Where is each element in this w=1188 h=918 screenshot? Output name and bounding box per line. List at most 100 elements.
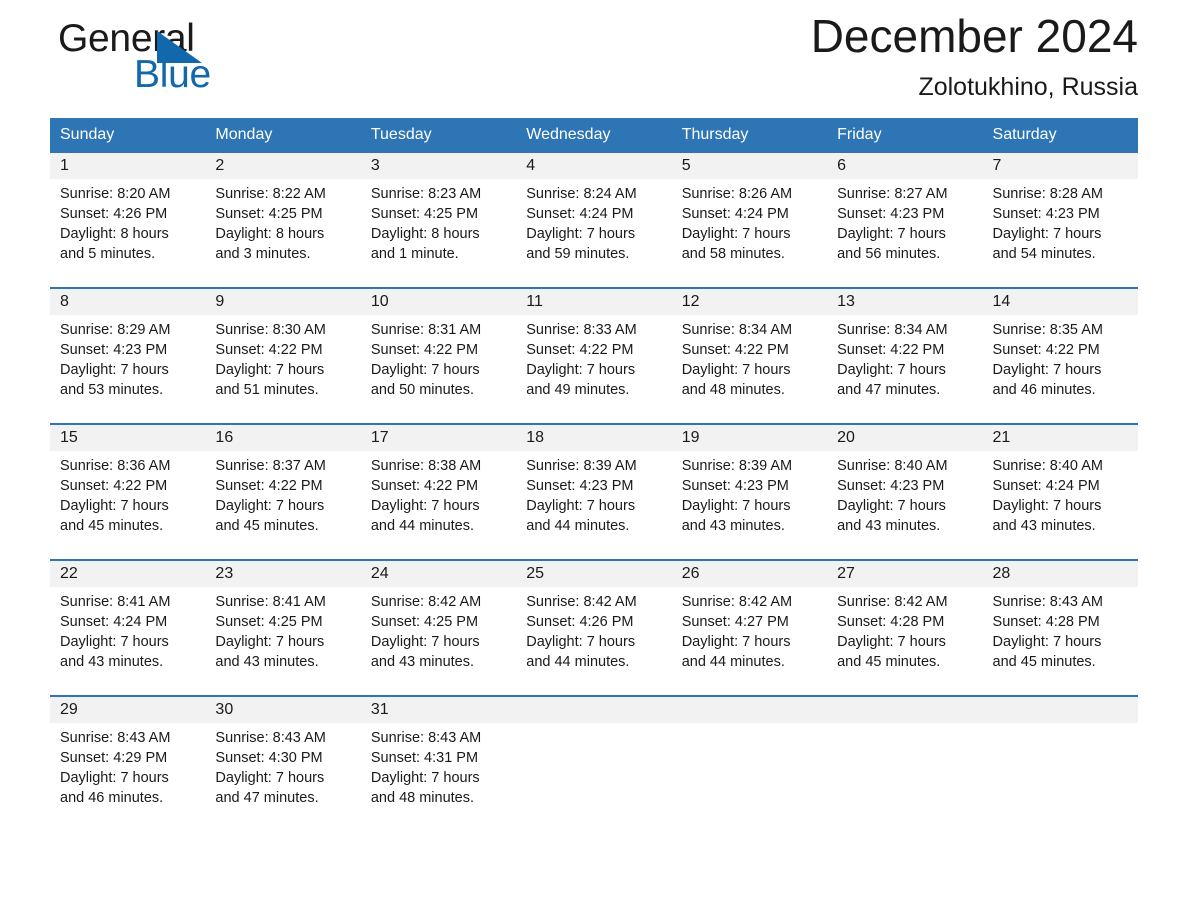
sunrise-text: Sunrise: 8:42 AM xyxy=(526,594,637,610)
day-cell[interactable]: 12 Sunrise: 8:34 AM Sunset: 4:22 PM Dayl… xyxy=(671,287,828,424)
day-cell[interactable]: 14 Sunrise: 8:35 AM Sunset: 4:22 PM Dayl… xyxy=(982,287,1138,424)
day-number: 24 xyxy=(360,561,517,587)
sunrise-text: Sunrise: 8:29 AM xyxy=(60,322,171,338)
weekday-header-friday: Friday xyxy=(827,118,983,153)
day-cell[interactable]: 9 Sunrise: 8:30 AM Sunset: 4:22 PM Dayli… xyxy=(205,287,361,424)
day-cell[interactable]: 26 Sunrise: 8:42 AM Sunset: 4:27 PM Dayl… xyxy=(671,559,828,696)
day-cell-empty xyxy=(827,695,983,831)
sunset-text: Sunset: 4:22 PM xyxy=(992,342,1100,358)
daylight-text-line1: Daylight: 7 hours xyxy=(60,498,169,514)
daylight-text-line2: and 44 minutes. xyxy=(526,654,630,670)
day-details: Sunrise: 8:41 AM Sunset: 4:25 PM Dayligh… xyxy=(205,587,360,672)
day-details: Sunrise: 8:24 AM Sunset: 4:24 PM Dayligh… xyxy=(516,179,671,264)
daylight-text-line2: and 45 minutes. xyxy=(992,654,1096,670)
daylight-text-line1: Daylight: 7 hours xyxy=(681,634,791,650)
daylight-text-line1: Daylight: 8 hours xyxy=(60,226,169,242)
day-number: 4 xyxy=(516,153,672,179)
sunset-text: Sunset: 4:24 PM xyxy=(60,614,168,630)
calendar-week-row: 22 Sunrise: 8:41 AM Sunset: 4:24 PM Dayl… xyxy=(50,559,1138,696)
daylight-text-line2: and 44 minutes. xyxy=(681,654,785,670)
day-cell[interactable]: 11 Sunrise: 8:33 AM Sunset: 4:22 PM Dayl… xyxy=(516,287,672,424)
day-number: 25 xyxy=(516,561,672,587)
day-number: 12 xyxy=(671,289,828,315)
day-cell[interactable]: 8 Sunrise: 8:29 AM Sunset: 4:23 PM Dayli… xyxy=(50,287,206,424)
location-subtitle: Zolotukhino, Russia xyxy=(918,73,1138,101)
day-number: 16 xyxy=(205,425,361,451)
calendar-table: Sunday Monday Tuesday Wednesday Thursday… xyxy=(50,118,1138,831)
sunset-text: Sunset: 4:22 PM xyxy=(60,478,168,494)
sunset-text: Sunset: 4:25 PM xyxy=(370,206,479,222)
day-number xyxy=(827,697,983,723)
sunset-text: Sunset: 4:23 PM xyxy=(837,206,945,222)
day-cell[interactable]: 21 Sunrise: 8:40 AM Sunset: 4:24 PM Dayl… xyxy=(982,423,1138,560)
day-cell[interactable]: 23 Sunrise: 8:41 AM Sunset: 4:25 PM Dayl… xyxy=(205,559,361,696)
day-cell[interactable]: 13 Sunrise: 8:34 AM Sunset: 4:22 PM Dayl… xyxy=(827,287,983,424)
day-cell[interactable]: 30 Sunrise: 8:43 AM Sunset: 4:30 PM Dayl… xyxy=(205,695,361,831)
day-cell[interactable]: 5 Sunrise: 8:26 AM Sunset: 4:24 PM Dayli… xyxy=(671,153,828,288)
sunset-text: Sunset: 4:24 PM xyxy=(992,478,1100,494)
day-cell[interactable]: 25 Sunrise: 8:42 AM Sunset: 4:26 PM Dayl… xyxy=(516,559,672,696)
sunset-text: Sunset: 4:25 PM xyxy=(370,614,479,630)
daylight-text-line2: and 59 minutes. xyxy=(526,246,630,262)
day-cell[interactable]: 4 Sunrise: 8:24 AM Sunset: 4:24 PM Dayli… xyxy=(516,153,672,288)
title-block: December 2024 Zolotukhino, Russia xyxy=(811,8,1138,104)
day-cell[interactable]: 28 Sunrise: 8:43 AM Sunset: 4:28 PM Dayl… xyxy=(982,559,1138,696)
daylight-text-line2: and 47 minutes. xyxy=(215,790,319,806)
day-cell[interactable]: 31 Sunrise: 8:43 AM Sunset: 4:31 PM Dayl… xyxy=(360,695,517,831)
sunrise-text: Sunrise: 8:41 AM xyxy=(60,594,171,610)
day-number: 5 xyxy=(671,153,828,179)
sunrise-text: Sunrise: 8:36 AM xyxy=(60,458,171,474)
weekday-header-saturday: Saturday xyxy=(982,118,1138,153)
daylight-text-line2: and 50 minutes. xyxy=(370,382,475,398)
day-cell[interactable]: 16 Sunrise: 8:37 AM Sunset: 4:22 PM Dayl… xyxy=(205,423,361,560)
sunrise-text: Sunrise: 8:35 AM xyxy=(992,322,1103,338)
day-number: 20 xyxy=(827,425,983,451)
day-details: Sunrise: 8:20 AM Sunset: 4:26 PM Dayligh… xyxy=(50,179,205,264)
daylight-text-line1: Daylight: 7 hours xyxy=(992,362,1102,378)
day-number: 7 xyxy=(982,153,1138,179)
sunset-text: Sunset: 4:22 PM xyxy=(215,342,323,358)
day-number: 19 xyxy=(671,425,828,451)
sunrise-text: Sunrise: 8:38 AM xyxy=(370,458,482,474)
sunrise-text: Sunrise: 8:43 AM xyxy=(60,730,171,746)
day-cell[interactable]: 6 Sunrise: 8:27 AM Sunset: 4:23 PM Dayli… xyxy=(827,153,983,288)
daylight-text-line1: Daylight: 7 hours xyxy=(992,226,1102,242)
day-details: Sunrise: 8:29 AM Sunset: 4:23 PM Dayligh… xyxy=(50,315,205,400)
daylight-text-line2: and 45 minutes. xyxy=(215,518,319,534)
day-cell[interactable]: 20 Sunrise: 8:40 AM Sunset: 4:23 PM Dayl… xyxy=(827,423,983,560)
day-cell[interactable]: 27 Sunrise: 8:42 AM Sunset: 4:28 PM Dayl… xyxy=(827,559,983,696)
sunset-text: Sunset: 4:28 PM xyxy=(837,614,945,630)
day-cell[interactable]: 24 Sunrise: 8:42 AM Sunset: 4:25 PM Dayl… xyxy=(360,559,517,696)
day-details: Sunrise: 8:35 AM Sunset: 4:22 PM Dayligh… xyxy=(983,315,1138,400)
day-number: 11 xyxy=(516,289,672,315)
day-cell[interactable]: 19 Sunrise: 8:39 AM Sunset: 4:23 PM Dayl… xyxy=(671,423,828,560)
day-cell[interactable]: 18 Sunrise: 8:39 AM Sunset: 4:23 PM Dayl… xyxy=(516,423,672,560)
sunrise-text: Sunrise: 8:20 AM xyxy=(60,186,171,202)
daylight-text-line1: Daylight: 7 hours xyxy=(215,498,325,514)
day-cell[interactable]: 15 Sunrise: 8:36 AM Sunset: 4:22 PM Dayl… xyxy=(50,423,206,560)
daylight-text-line1: Daylight: 7 hours xyxy=(837,226,946,242)
day-number: 15 xyxy=(50,425,206,451)
daylight-text-line2: and 43 minutes. xyxy=(837,518,941,534)
day-cell[interactable]: 10 Sunrise: 8:31 AM Sunset: 4:22 PM Dayl… xyxy=(360,287,517,424)
calendar-week-row: 15 Sunrise: 8:36 AM Sunset: 4:22 PM Dayl… xyxy=(50,423,1138,560)
day-cell[interactable]: 7 Sunrise: 8:28 AM Sunset: 4:23 PM Dayli… xyxy=(982,153,1138,288)
day-cell[interactable]: 17 Sunrise: 8:38 AM Sunset: 4:22 PM Dayl… xyxy=(360,423,517,560)
daylight-text-line1: Daylight: 7 hours xyxy=(370,634,480,650)
sunrise-text: Sunrise: 8:31 AM xyxy=(370,322,482,338)
day-cell[interactable]: 2 Sunrise: 8:22 AM Sunset: 4:25 PM Dayli… xyxy=(205,153,361,288)
day-cell[interactable]: 3 Sunrise: 8:23 AM Sunset: 4:25 PM Dayli… xyxy=(360,153,517,288)
day-details: Sunrise: 8:43 AM Sunset: 4:31 PM Dayligh… xyxy=(361,723,516,808)
sunrise-text: Sunrise: 8:37 AM xyxy=(215,458,326,474)
daylight-text-line2: and 47 minutes. xyxy=(837,382,941,398)
day-details: Sunrise: 8:36 AM Sunset: 4:22 PM Dayligh… xyxy=(50,451,205,536)
day-number xyxy=(982,697,1138,723)
sunset-text: Sunset: 4:23 PM xyxy=(837,478,945,494)
day-cell[interactable]: 22 Sunrise: 8:41 AM Sunset: 4:24 PM Dayl… xyxy=(50,559,206,696)
day-cell[interactable]: 1 Sunrise: 8:20 AM Sunset: 4:26 PM Dayli… xyxy=(50,153,206,288)
daylight-text-line1: Daylight: 7 hours xyxy=(526,634,636,650)
day-details: Sunrise: 8:22 AM Sunset: 4:25 PM Dayligh… xyxy=(205,179,360,264)
sunset-text: Sunset: 4:23 PM xyxy=(681,478,789,494)
day-details: Sunrise: 8:41 AM Sunset: 4:24 PM Dayligh… xyxy=(50,587,205,672)
day-cell[interactable]: 29 Sunrise: 8:43 AM Sunset: 4:29 PM Dayl… xyxy=(50,695,206,831)
